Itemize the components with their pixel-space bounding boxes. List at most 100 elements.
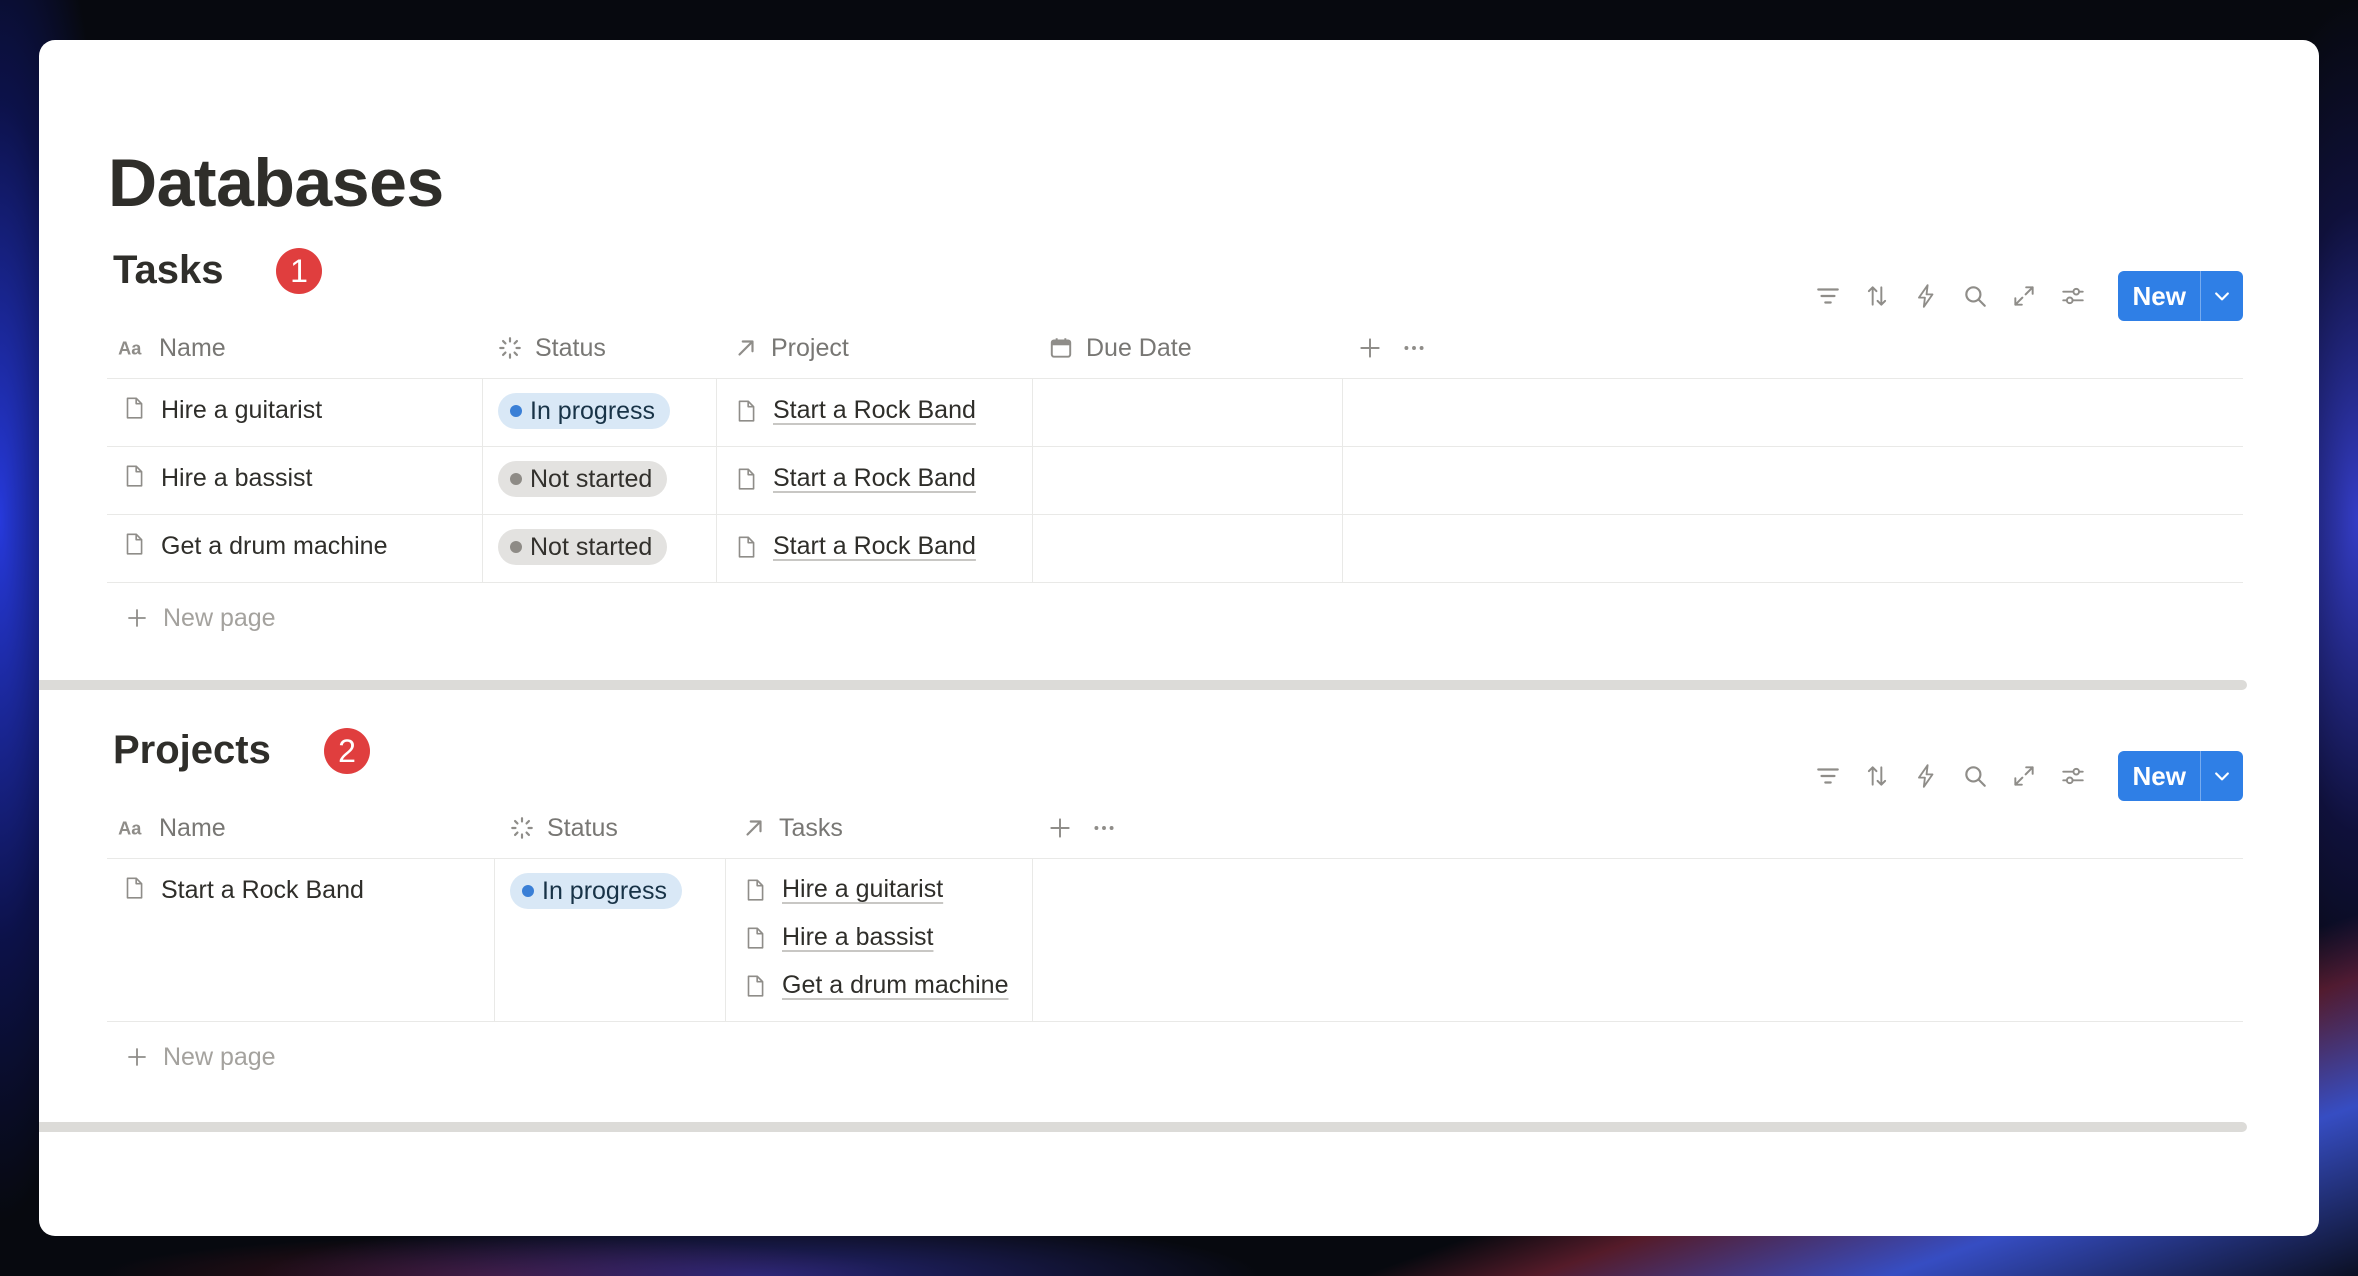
task-relation-link[interactable]: Hire a bassist (742, 923, 933, 952)
tasks-table-header: Name Status Project Due Date (107, 318, 2243, 379)
task-link-text: Get a drum machine (782, 971, 1009, 999)
add-property-icon[interactable] (1047, 815, 1073, 841)
empty-cell (1032, 859, 2244, 1021)
project-cell[interactable]: Start a Rock Band (716, 447, 1033, 514)
project-relation-link[interactable]: Start a Rock Band (733, 532, 976, 561)
filter-icon[interactable] (1804, 752, 1853, 801)
column-header-status-label: Status (535, 333, 606, 362)
projects-new-page-button[interactable]: New page (107, 1022, 2243, 1092)
task-link-text: Hire a bassist (782, 923, 934, 951)
table-row[interactable]: Hire a guitarist In progress Start a Roc… (107, 379, 2243, 447)
tasks-database-header: Tasks 1 New (107, 228, 2243, 321)
table-row[interactable]: Start a Rock Band In progress Hire a gui… (107, 859, 2243, 1022)
column-header-project-label: Project (771, 333, 849, 362)
projects-database: Projects 2 New Name Status Tasks Start a… (107, 708, 2243, 1092)
search-icon[interactable] (1951, 752, 2000, 801)
due-date-cell[interactable] (1032, 379, 1343, 446)
relation-arrow-icon (733, 335, 759, 361)
name-cell[interactable]: Get a drum machine (121, 515, 481, 582)
status-badge: Not started (498, 461, 668, 497)
settings-icon[interactable] (2049, 272, 2098, 321)
notion-window: Databases Tasks 1 New Name Status Projec… (39, 40, 2319, 1236)
status-text: In progress (530, 396, 656, 425)
project-relation-link[interactable]: Start a Rock Band (733, 464, 976, 493)
new-button-label[interactable]: New (2118, 271, 2200, 321)
tasks-annotation-badge: 1 (276, 248, 322, 294)
search-icon[interactable] (1951, 272, 2000, 321)
expand-icon[interactable] (2000, 272, 2049, 321)
automation-icon[interactable] (1902, 272, 1951, 321)
status-badge: Not started (498, 529, 668, 565)
projects-new-button[interactable]: New (2117, 751, 2243, 801)
expand-icon[interactable] (2000, 752, 2049, 801)
sort-icon[interactable] (1853, 752, 1902, 801)
table-row[interactable]: Hire a bassist Not started Start a Rock … (107, 447, 2243, 515)
column-header-due-date-label: Due Date (1086, 333, 1192, 362)
status-cell[interactable]: In progress (482, 379, 717, 446)
text-property-icon (117, 815, 147, 841)
new-page-label: New page (163, 1042, 276, 1071)
more-options-icon[interactable] (1091, 815, 1117, 841)
project-cell[interactable]: Start a Rock Band (716, 515, 1033, 582)
column-header-due-date[interactable]: Due Date (1048, 318, 1192, 378)
task-relation-link[interactable]: Get a drum machine (742, 971, 1009, 1000)
add-property-icon[interactable] (1357, 335, 1383, 361)
tasks-new-page-button[interactable]: New page (107, 583, 2243, 653)
status-cell[interactable]: Not started (482, 447, 717, 514)
column-header-status[interactable]: Status (509, 798, 618, 858)
due-date-cell[interactable] (1032, 447, 1343, 514)
tasks-toolbar: New (1804, 271, 2243, 321)
new-button-label[interactable]: New (2118, 751, 2200, 801)
row-name: Start a Rock Band (161, 876, 364, 904)
projects-toolbar: New (1804, 751, 2243, 801)
sort-icon[interactable] (1853, 272, 1902, 321)
page-icon (742, 973, 768, 999)
calendar-icon (1048, 335, 1074, 361)
column-header-name-label: Name (159, 333, 226, 362)
column-header-project[interactable]: Project (733, 318, 849, 378)
tasks-cell[interactable]: Hire a guitarist Hire a bassist Get a dr… (725, 859, 1033, 1021)
settings-icon[interactable] (2049, 752, 2098, 801)
tasks-new-button[interactable]: New (2117, 271, 2243, 321)
task-relation-link[interactable]: Hire a guitarist (742, 875, 943, 904)
project-cell[interactable]: Start a Rock Band (716, 379, 1033, 446)
task-link-text: Hire a guitarist (782, 875, 944, 903)
status-property-icon (497, 335, 523, 361)
column-header-tasks[interactable]: Tasks (741, 798, 843, 858)
status-cell[interactable]: Not started (482, 515, 717, 582)
chevron-down-icon[interactable] (2200, 751, 2243, 801)
status-text: Not started (530, 532, 653, 561)
plus-icon (125, 606, 149, 630)
projects-database-title[interactable]: Projects (113, 728, 271, 773)
database-divider (39, 1122, 2247, 1132)
column-header-name[interactable]: Name (117, 318, 226, 378)
tasks-database: Tasks 1 New Name Status Project Due Date… (107, 228, 2243, 653)
name-cell[interactable]: Start a Rock Band (121, 859, 493, 1021)
page-icon (733, 534, 759, 560)
column-actions (1047, 798, 1117, 858)
tasks-database-title[interactable]: Tasks (113, 248, 223, 293)
column-header-name[interactable]: Name (117, 798, 226, 858)
project-relation-link[interactable]: Start a Rock Band (733, 396, 976, 425)
row-name: Get a drum machine (161, 532, 388, 560)
filter-icon[interactable] (1804, 272, 1853, 321)
empty-cell (1342, 447, 2244, 514)
page-icon (742, 877, 768, 903)
automation-icon[interactable] (1902, 752, 1951, 801)
column-header-status[interactable]: Status (497, 318, 606, 378)
new-page-label: New page (163, 603, 276, 632)
due-date-cell[interactable] (1032, 515, 1343, 582)
column-header-status-label: Status (547, 813, 618, 842)
page-icon (121, 395, 147, 421)
row-name: Hire a bassist (161, 464, 313, 492)
table-row[interactable]: Get a drum machine Not started Start a R… (107, 515, 2243, 583)
more-options-icon[interactable] (1401, 335, 1427, 361)
chevron-down-icon[interactable] (2200, 271, 2243, 321)
status-cell[interactable]: In progress (494, 859, 726, 1021)
name-cell[interactable]: Hire a guitarist (121, 379, 481, 446)
project-link-text: Start a Rock Band (773, 396, 976, 424)
project-link-text: Start a Rock Band (773, 464, 976, 492)
relation-arrow-icon (741, 815, 767, 841)
name-cell[interactable]: Hire a bassist (121, 447, 481, 514)
plus-icon (125, 1045, 149, 1069)
